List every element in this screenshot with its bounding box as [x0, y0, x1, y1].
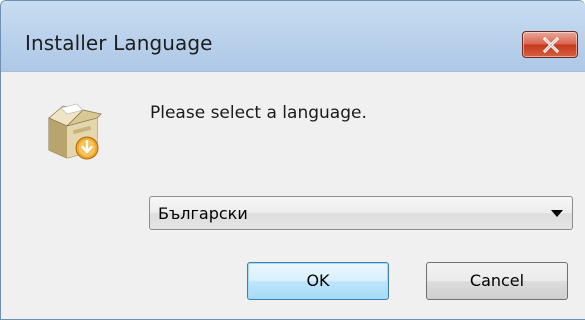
installer-box-icon: [48, 103, 102, 160]
installer-language-dialog: Installer Language Please select a langu…: [0, 0, 585, 320]
prompt-text: Please select a language.: [150, 103, 367, 123]
language-select-value: Български: [158, 204, 248, 223]
close-button[interactable]: [522, 31, 578, 58]
close-icon: [542, 37, 560, 53]
cancel-button[interactable]: Cancel: [426, 262, 568, 300]
title-bar[interactable]: Installer Language: [1, 1, 585, 71]
dialog-body: Please select a language. Български OK C…: [1, 71, 585, 320]
language-select[interactable]: Български: [149, 196, 573, 230]
ok-button[interactable]: OK: [247, 262, 389, 300]
window-title: Installer Language: [25, 31, 213, 55]
dropdown-arrow-icon: [551, 210, 563, 217]
